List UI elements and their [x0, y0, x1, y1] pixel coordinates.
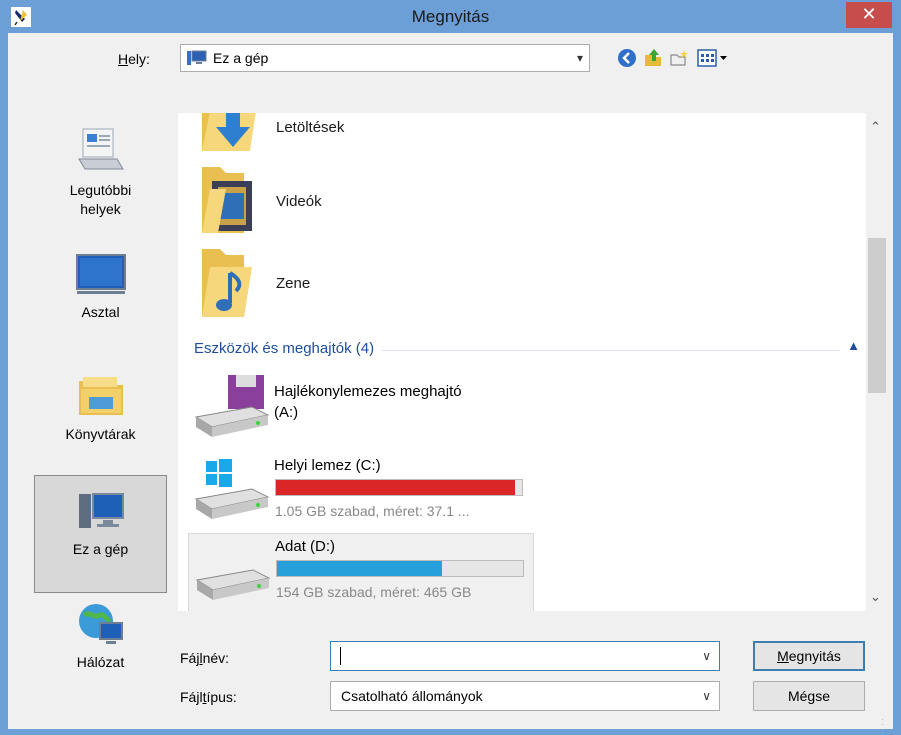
resize-grip-icon[interactable]: · ·· · · — [881, 716, 891, 735]
place-recent-label-1: Legutóbbi — [69, 182, 132, 198]
filetype-value: Csatolható állományok — [341, 688, 483, 704]
c-drive-detail: 1.05 GB szabad, méret: 37.1 ... — [275, 503, 470, 519]
places-bar: Legutóbbi helyek Asztal Könyvtárak Ez a … — [26, 115, 171, 713]
filename-dropdown-icon[interactable]: ∨ — [702, 649, 711, 663]
title-bar[interactable]: Megnyitás ✕ — [1, 1, 900, 33]
new-folder-icon[interactable] — [668, 47, 690, 69]
c-drive-name: Helyi lemez (C:) — [274, 457, 381, 474]
place-this-pc-label: Ez a gép — [72, 541, 129, 557]
window-title: Megnyitás — [411, 7, 490, 26]
filetype-combobox[interactable]: Csatolható állományok ∨ — [330, 681, 720, 711]
recent-places-icon — [77, 128, 124, 170]
open-button[interactable]: Megnyitás — [753, 641, 865, 671]
d-drive-detail: 154 GB szabad, méret: 465 GB — [276, 584, 472, 600]
file-list-view[interactable]: Letöltések Videók Zene Eszközök és megha… — [178, 113, 888, 611]
filetype-label: Fájltípus: — [180, 689, 237, 705]
list-item-videos[interactable]: Videók — [190, 163, 510, 239]
videos-name: Videók — [276, 193, 322, 210]
list-item-downloads[interactable]: Letöltések — [190, 113, 510, 161]
downloads-name: Letöltések — [276, 119, 345, 136]
scrollbar-thumb[interactable] — [868, 238, 886, 393]
location-label-hotkey: H — [118, 51, 129, 67]
up-folder-icon[interactable] — [642, 47, 664, 69]
drive-floppy-a[interactable]: Hajlékonylemezes meghajtó (A:) — [188, 371, 534, 451]
devices-group-title: Eszközök és meghajtók (4) — [194, 340, 383, 357]
c-drive-usage-fill — [276, 480, 515, 495]
place-libraries-label: Könyvtárak — [65, 426, 136, 442]
close-button[interactable]: ✕ — [846, 2, 892, 28]
drive-local-c[interactable]: Helyi lemez (C:) 1.05 GB szabad, méret: … — [188, 453, 534, 533]
floppy-drive-icon — [194, 375, 270, 437]
videos-folder-icon — [202, 167, 252, 233]
vertical-scrollbar[interactable]: ⌃ ⌄ — [866, 113, 888, 611]
music-name: Zene — [276, 275, 311, 292]
devices-group-header[interactable]: Eszközök és meghajtók (4) ▲ — [194, 338, 860, 360]
this-pc-small-icon — [187, 50, 207, 65]
d-drive-usage-fill — [277, 561, 442, 576]
collapse-chevron-icon[interactable]: ▲ — [847, 338, 860, 353]
hard-drive-icon — [195, 569, 271, 600]
scroll-up-arrow-icon[interactable]: ⌃ — [870, 119, 881, 135]
place-libraries[interactable]: Könyvtárak — [34, 373, 167, 483]
filetype-label-b: ípus: — [206, 689, 237, 705]
music-folder-icon — [202, 249, 252, 317]
filename-combobox[interactable]: ∨ — [330, 641, 720, 671]
downloads-folder-icon — [202, 113, 256, 151]
drive-data-d[interactable]: Adat (D:) 154 GB szabad, méret: 465 GB — [188, 533, 534, 611]
location-label-rest: ely: — [128, 51, 150, 67]
place-recent-places[interactable]: Legutóbbi helyek — [34, 125, 167, 245]
dialog-client-area: Hely: Ez a gép ▾ Legutóbbi helyek Asztal… — [8, 33, 893, 735]
chevron-down-icon[interactable]: ▾ — [577, 51, 583, 65]
place-network[interactable]: Hálózat — [34, 601, 167, 711]
floppy-name-line2: (A:) — [274, 404, 299, 421]
location-value: Ez a gép — [213, 50, 269, 66]
network-icon — [78, 604, 123, 644]
cancel-button[interactable]: Mégse — [753, 681, 865, 711]
desktop-icon — [75, 254, 126, 294]
c-drive-usage-bar — [275, 479, 523, 496]
place-recent-label-2: helyek — [80, 201, 121, 217]
filetype-label-a: Fájl — [180, 689, 203, 705]
place-desktop[interactable]: Asztal — [34, 253, 167, 363]
d-drive-usage-bar — [276, 560, 524, 577]
open-button-rest: egnyitás — [788, 648, 841, 664]
filename-label-a: Fáj — [180, 650, 200, 666]
this-pc-icon — [78, 493, 124, 528]
back-icon[interactable] — [616, 47, 638, 69]
filetype-dropdown-icon[interactable]: ∨ — [702, 689, 711, 703]
libraries-icon — [78, 377, 123, 415]
floppy-name-line1: Hajlékonylemezes meghajtó — [274, 383, 462, 400]
filename-label-b: név: — [202, 650, 230, 666]
d-drive-name: Adat (D:) — [275, 538, 336, 555]
location-label: Hely: — [118, 51, 150, 67]
view-menu-icon[interactable] — [696, 47, 730, 69]
place-this-pc[interactable]: Ez a gép — [34, 475, 167, 593]
windows-drive-icon — [194, 459, 270, 519]
scroll-down-arrow-icon[interactable]: ⌄ — [870, 589, 881, 605]
open-button-hotkey: M — [777, 648, 789, 664]
list-item-music[interactable]: Zene — [190, 245, 510, 323]
text-caret — [340, 647, 341, 665]
location-combobox[interactable]: Ez a gép ▾ — [180, 44, 590, 72]
place-desktop-label: Asztal — [81, 304, 120, 320]
filename-label: Fájlnév: — [180, 650, 229, 666]
place-network-label: Hálózat — [76, 654, 125, 670]
open-dialog-window: Megnyitás ✕ Hely: Ez a gép ▾ Legutóbbi h… — [0, 0, 901, 735]
